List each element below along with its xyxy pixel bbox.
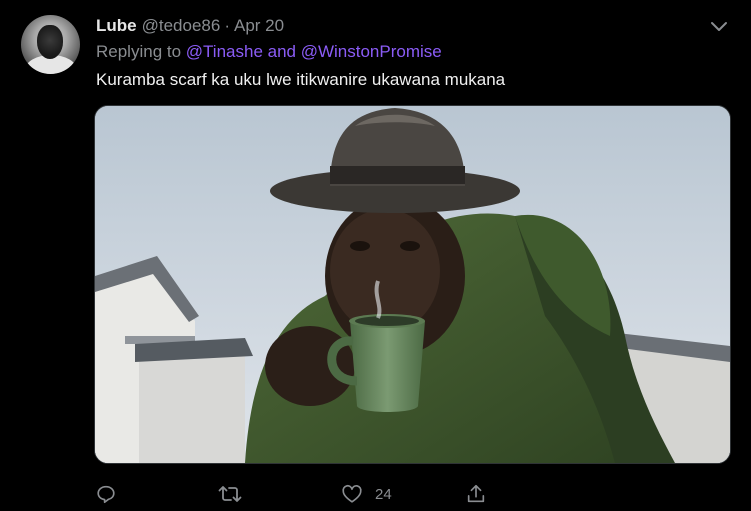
chevron-down-icon[interactable] — [710, 20, 728, 34]
like-button[interactable]: 24 — [341, 483, 392, 505]
replying-to: Replying to @Tinashe and @WinstonPromise — [96, 42, 442, 62]
display-name[interactable]: Lube — [96, 16, 137, 35]
retweet-button[interactable] — [218, 483, 242, 505]
replying-mentions[interactable]: @Tinashe and @WinstonPromise — [186, 42, 442, 61]
replying-prefix: Replying to — [96, 42, 182, 61]
user-handle[interactable]: @tedoe86 — [142, 16, 221, 35]
retweet-icon — [218, 486, 242, 502]
tweet[interactable]: Lube @tedoe86 · Apr 20 Replying to @Tinashe… — [0, 0, 751, 511]
reply-button[interactable] — [95, 483, 117, 505]
like-count: 24 — [375, 485, 392, 503]
separator: · — [224, 16, 230, 35]
tweet-actions: 24 — [0, 480, 751, 510]
avatar[interactable] — [21, 15, 80, 74]
media-image — [95, 106, 730, 463]
share-button[interactable] — [465, 483, 487, 505]
tweet-date[interactable]: Apr 20 — [234, 16, 284, 35]
tweet-media[interactable] — [94, 105, 731, 464]
tweet-text: Kuramba scarf ka uku lwe itikwanire ukaw… — [96, 70, 506, 89]
heart-icon — [342, 485, 362, 503]
tweet-header: Lube @tedoe86 · Apr 20 — [96, 16, 284, 38]
reply-icon — [97, 485, 115, 504]
share-icon — [467, 484, 485, 503]
avatar-face — [37, 25, 63, 59]
